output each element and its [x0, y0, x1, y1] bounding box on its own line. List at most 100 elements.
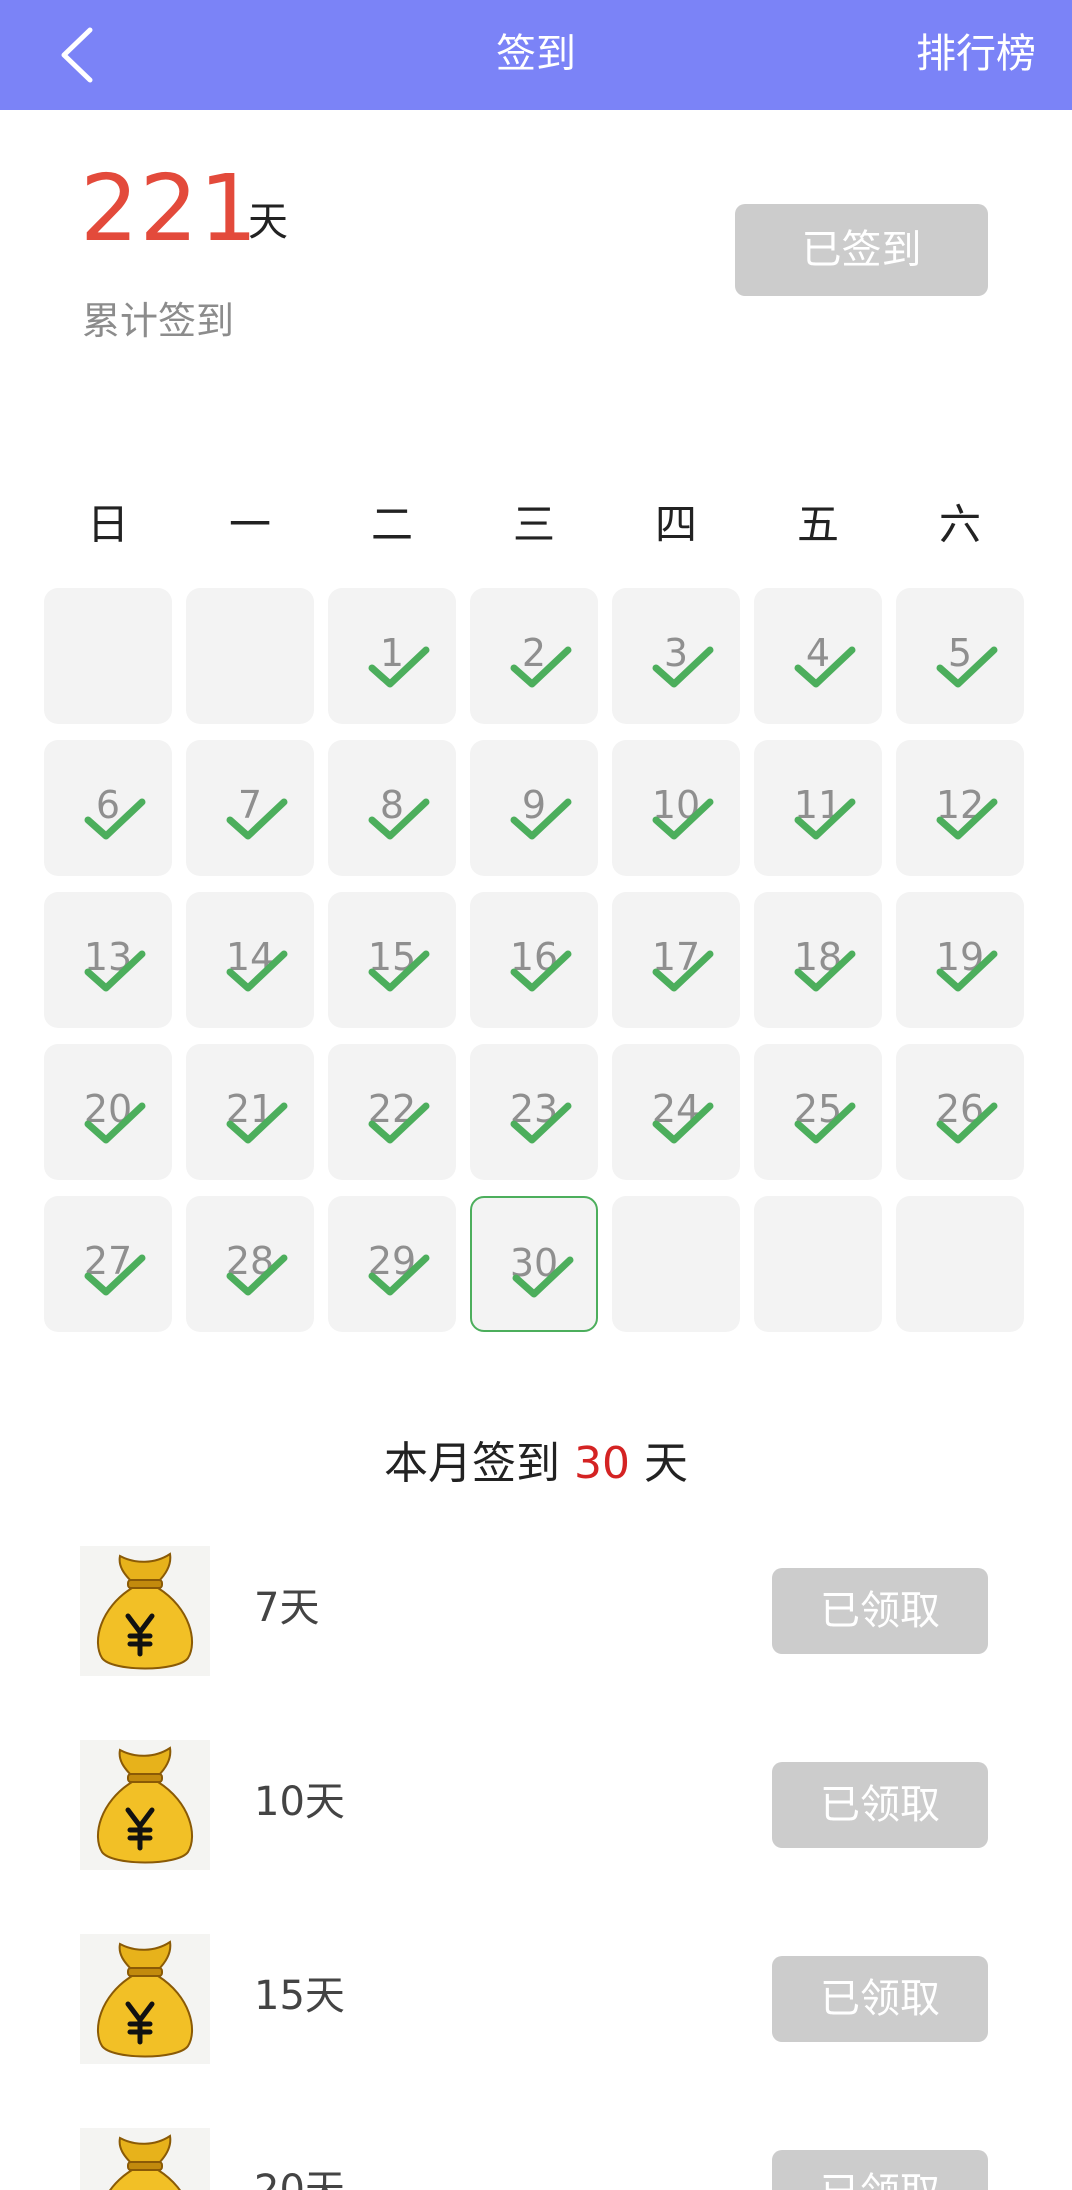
checkmark-icon: [226, 1102, 288, 1144]
checkmark-icon: [510, 1102, 572, 1144]
calendar-day-29[interactable]: 29: [328, 1196, 456, 1332]
checkmark-icon: [368, 1254, 430, 1296]
calendar-day-30[interactable]: 30: [470, 1196, 598, 1332]
checkmark-icon: [652, 1102, 714, 1144]
checkmark-icon: [510, 950, 572, 992]
calendar-day-7[interactable]: 7: [186, 740, 314, 876]
leaderboard-link[interactable]: 排行榜: [916, 26, 1036, 82]
top-bar: 签到 排行榜: [0, 0, 1072, 110]
reward-item: 15天 已领取: [0, 1922, 1072, 2064]
weekday-mon: 一: [228, 500, 271, 549]
claimed-button[interactable]: 已领取: [772, 1762, 988, 1848]
month-summary-prefix: 本月签到: [384, 1438, 560, 1489]
calendar-day-6[interactable]: 6: [44, 740, 172, 876]
calendar-day-2[interactable]: 2: [470, 588, 598, 724]
checkmark-icon: [936, 646, 998, 688]
calendar-empty-cell: [612, 1196, 740, 1332]
checkmark-icon: [226, 798, 288, 840]
checkmark-icon: [794, 1102, 856, 1144]
calendar-day-1[interactable]: 1: [328, 588, 456, 724]
weekday-fri: 五: [796, 500, 839, 549]
checkmark-icon: [368, 646, 430, 688]
checkmark-icon: [226, 950, 288, 992]
calendar-day-13[interactable]: 13: [44, 892, 172, 1028]
calendar-day-16[interactable]: 16: [470, 892, 598, 1028]
checkmark-icon: [936, 1102, 998, 1144]
checkmark-icon: [84, 1254, 146, 1296]
calendar-day-24[interactable]: 24: [612, 1044, 740, 1180]
reward-label: 7天: [254, 1585, 320, 1631]
calendar-day-8[interactable]: 8: [328, 740, 456, 876]
money-bag-icon: [80, 1934, 210, 2064]
reward-item: 7天 已领取: [0, 1534, 1072, 1676]
checkmark-icon: [368, 1102, 430, 1144]
reward-item: 10天 已领取: [0, 1728, 1072, 1870]
calendar-day-4[interactable]: 4: [754, 588, 882, 724]
checkmark-icon: [794, 798, 856, 840]
checkmark-icon: [652, 798, 714, 840]
calendar-day-19[interactable]: 19: [896, 892, 1024, 1028]
calendar-day-21[interactable]: 21: [186, 1044, 314, 1180]
checkmark-icon: [652, 646, 714, 688]
checkmark-icon: [652, 950, 714, 992]
money-bag-graphic: [108, 2134, 182, 2190]
calendar-day-25[interactable]: 25: [754, 1044, 882, 1180]
calendar-day-15[interactable]: 15: [328, 892, 456, 1028]
checkmark-icon: [368, 798, 430, 840]
calendar-day-5[interactable]: 5: [896, 588, 1024, 724]
month-checkin-days: 30: [574, 1438, 630, 1489]
money-bag-graphic: [97, 1746, 193, 1864]
signed-in-button[interactable]: 已签到: [735, 204, 988, 296]
weekday-tue: 二: [370, 500, 413, 549]
weekday-wed: 三: [512, 500, 555, 549]
money-bag-graphic: [97, 1552, 193, 1670]
calendar-empty-cell: [896, 1196, 1024, 1332]
calendar-empty-cell: [754, 1196, 882, 1332]
checkmark-icon: [510, 798, 572, 840]
calendar-day-22[interactable]: 22: [328, 1044, 456, 1180]
checkmark-icon: [84, 798, 146, 840]
calendar-day-27[interactable]: 27: [44, 1196, 172, 1332]
calendar-day-11[interactable]: 11: [754, 740, 882, 876]
weekday-thu: 四: [654, 500, 697, 549]
weekday-header: 日 一 二 三 四 五 六: [44, 490, 1024, 560]
reward-label: 20天: [254, 2167, 345, 2190]
calendar-grid: 1 2 3 4 5 6 7 8 9 10 11 12 13 14 15 16 17 18 19 20 21 22 23 24 2…: [44, 588, 1024, 1336]
calendar-day-14[interactable]: 14: [186, 892, 314, 1028]
weekday-sat: 六: [938, 500, 981, 549]
weekday-sun: 日: [86, 500, 129, 549]
total-days-unit: 天: [248, 199, 288, 245]
money-bag-icon: [80, 1546, 210, 1676]
checkmark-icon: [84, 1102, 146, 1144]
calendar-day-23[interactable]: 23: [470, 1044, 598, 1180]
checkmark-icon: [368, 950, 430, 992]
checkin-summary: 221 天 累计签到 已签到: [0, 110, 1072, 440]
calendar-day-10[interactable]: 10: [612, 740, 740, 876]
checkmark-icon: [936, 798, 998, 840]
month-checkin-summary: 本月签到 30 天: [0, 1432, 1072, 1496]
month-summary-suffix: 天: [644, 1438, 688, 1489]
total-checkin-label: 累计签到: [82, 299, 235, 343]
calendar-day-26[interactable]: 26: [896, 1044, 1024, 1180]
calendar-day-9[interactable]: 9: [470, 740, 598, 876]
calendar-day-3[interactable]: 3: [612, 588, 740, 724]
page-title: 签到: [496, 31, 576, 77]
calendar-empty-cell: [44, 588, 172, 724]
calendar-day-20[interactable]: 20: [44, 1044, 172, 1180]
money-bag-graphic: [97, 1940, 193, 2058]
calendar-day-28[interactable]: 28: [186, 1196, 314, 1332]
calendar-day-12[interactable]: 12: [896, 740, 1024, 876]
checkmark-icon: [226, 1254, 288, 1296]
money-bag-icon: [80, 1740, 210, 1870]
claimed-button[interactable]: 已领取: [772, 1568, 988, 1654]
calendar-day-17[interactable]: 17: [612, 892, 740, 1028]
checkmark-icon: [794, 646, 856, 688]
calendar-day-18[interactable]: 18: [754, 892, 882, 1028]
total-checkin-days: 221: [80, 155, 259, 262]
claimed-button[interactable]: 已领取: [772, 2150, 988, 2190]
reward-label: 15天: [254, 1973, 345, 2019]
checkmark-icon: [84, 950, 146, 992]
calendar-empty-cell: [186, 588, 314, 724]
reward-label: 10天: [254, 1779, 345, 1825]
claimed-button[interactable]: 已领取: [772, 1956, 988, 2042]
